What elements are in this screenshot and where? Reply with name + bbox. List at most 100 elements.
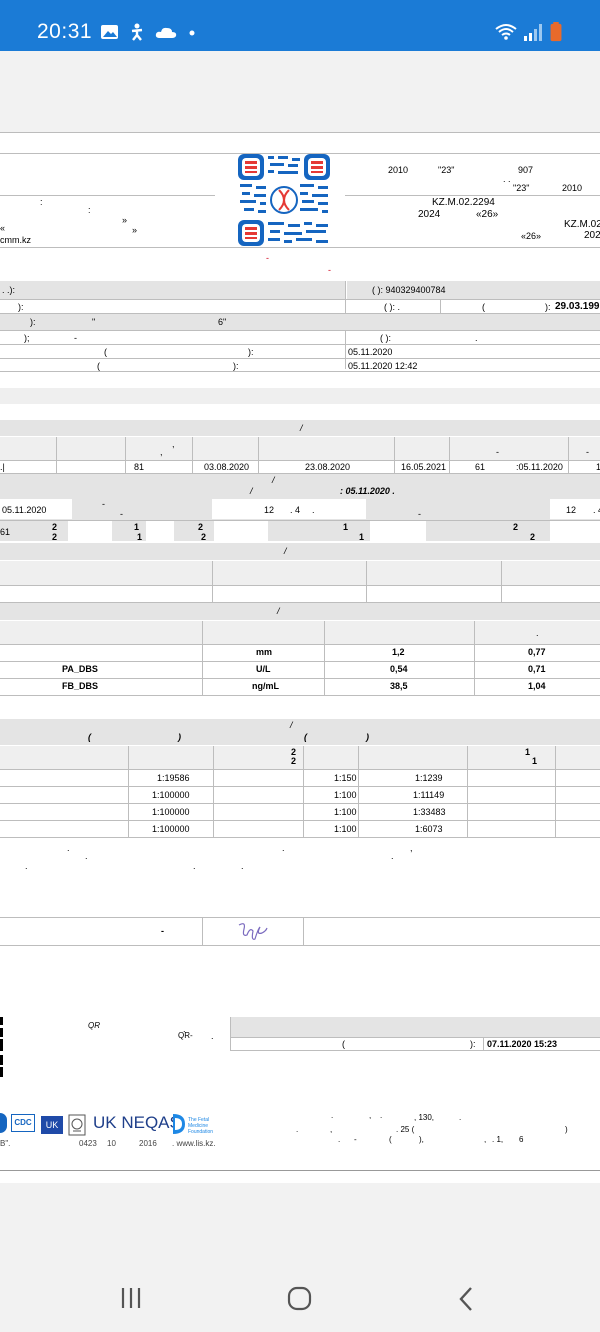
titer-cell: 1:100 xyxy=(334,807,357,817)
mom-value: 0,77 xyxy=(528,647,546,657)
signal-icon xyxy=(524,24,542,41)
titer-cell: 1:100 xyxy=(334,790,357,800)
titer-cell: 1:150 xyxy=(334,773,357,783)
received-datetime: 05.11.2020 12:42 xyxy=(348,361,418,371)
titer-cell: 1:100 xyxy=(334,824,357,834)
table-header-cell: 2 xyxy=(291,756,297,766)
info-label: " xyxy=(92,317,96,327)
address-text: . 25 ( xyxy=(396,1125,415,1134)
qr-label: QR- xyxy=(178,1031,193,1040)
dot-icon xyxy=(189,30,195,36)
titer-cell: 1:100000 xyxy=(152,807,190,817)
address-text: ), xyxy=(419,1135,424,1144)
section-title: / xyxy=(290,720,293,730)
crest-logo xyxy=(68,1114,86,1136)
signature-image xyxy=(238,923,268,940)
uk-neqas-logo: UK NEQAS xyxy=(93,1113,181,1132)
unit: U/L xyxy=(256,664,271,674)
section-title: ) xyxy=(178,732,181,742)
print-info-header xyxy=(230,1017,600,1037)
address-text: ) xyxy=(565,1125,568,1134)
section-title: / xyxy=(250,486,253,496)
info-label: ): xyxy=(30,317,36,327)
section-title: / xyxy=(300,423,303,433)
info-cell xyxy=(0,314,600,330)
analysis-date: : 05.11.2020 . xyxy=(340,486,395,496)
sample-date: 05.11.2020 xyxy=(348,347,393,357)
table-cell: 2 xyxy=(530,532,536,542)
website-link[interactable]: cmm.kz xyxy=(0,235,31,245)
divider xyxy=(0,299,600,300)
qr-code xyxy=(238,154,330,246)
report-document[interactable]: : : « » » cmm.kz 2010 "23" 907 . . "23" … xyxy=(0,132,600,1183)
print-info-label: ( xyxy=(342,1039,345,1049)
header-text: » xyxy=(122,215,128,225)
info-label: - xyxy=(74,333,77,343)
table-cell: 23.08.2020 xyxy=(305,462,351,472)
table-cell: . 4 xyxy=(290,505,301,515)
table-cell: 1 xyxy=(137,532,143,542)
birth-date: 29.03.199 xyxy=(555,301,600,312)
table-header xyxy=(0,561,600,585)
titer-cell: 1:100000 xyxy=(152,824,190,834)
section-title: / xyxy=(284,546,287,556)
info-label: 6" xyxy=(218,317,227,327)
accessibility-icon xyxy=(131,23,143,41)
table-cell: 12 xyxy=(566,505,577,515)
table-cell: 81 xyxy=(134,462,145,472)
header-text: 2010 xyxy=(388,165,409,175)
table-cell: . 4 xyxy=(593,505,600,515)
header-text: «26» xyxy=(521,231,542,241)
divider xyxy=(0,247,600,248)
table-cell: 1 xyxy=(596,462,600,472)
section-title: ( xyxy=(88,732,91,742)
status-time: 20:31 xyxy=(37,20,93,43)
header-text: "23" xyxy=(513,183,530,193)
titer-cell: 1:1239 xyxy=(415,773,443,783)
info-label: . xyxy=(475,333,478,343)
section-header xyxy=(0,474,600,498)
unit: ng/mL xyxy=(252,681,279,691)
table-cell: 2 xyxy=(52,532,58,542)
spacer-band xyxy=(0,388,600,404)
info-label: ): xyxy=(18,302,24,312)
gallery-icon xyxy=(101,25,118,39)
unit: mm xyxy=(256,647,273,657)
address-text: , 130, xyxy=(414,1113,435,1122)
footer-text: 2016 xyxy=(139,1139,157,1148)
table-cell: 61 xyxy=(475,462,486,472)
header-text: « xyxy=(0,223,6,233)
home-icon[interactable] xyxy=(286,1286,314,1312)
titer-cell: 1:19586 xyxy=(157,773,190,783)
analyte-name: FB_DBS xyxy=(62,681,99,691)
fmf-logo-icon xyxy=(173,1114,185,1134)
mom-value: 0,71 xyxy=(528,664,546,674)
signature-label: - xyxy=(161,926,164,936)
table-header xyxy=(0,746,600,769)
header-text: 907 xyxy=(518,165,534,175)
section-header xyxy=(0,603,600,620)
table-cell: 2 xyxy=(198,522,204,532)
status-bar: 20:31 xyxy=(0,0,600,51)
red-mark: - xyxy=(266,253,269,263)
table-header-cell: 1 xyxy=(532,756,538,766)
footer-text: 0423 xyxy=(79,1139,97,1148)
footer-link[interactable]: . www.lis.kz. xyxy=(172,1139,216,1148)
back-icon[interactable] xyxy=(456,1286,476,1312)
print-datetime: 07.11.2020 15:23 xyxy=(487,1039,558,1049)
header-text: » xyxy=(132,225,138,235)
section-header xyxy=(0,543,600,560)
table-cell: :05.11.2020 xyxy=(516,462,563,472)
info-label: ( ): xyxy=(380,333,391,343)
table-cell: 16.05.2021 xyxy=(401,462,447,472)
result-value: 1,2 xyxy=(392,647,405,657)
battery-icon xyxy=(550,22,562,42)
table-cell: 2 xyxy=(201,532,207,542)
address-text: 6 xyxy=(519,1135,524,1144)
section-title: ) xyxy=(366,732,369,742)
uk-logo: UK xyxy=(41,1116,63,1134)
table-cell: 1 xyxy=(134,522,140,532)
divider xyxy=(345,195,600,196)
divider xyxy=(0,195,215,196)
recent-apps-icon[interactable] xyxy=(120,1286,144,1310)
